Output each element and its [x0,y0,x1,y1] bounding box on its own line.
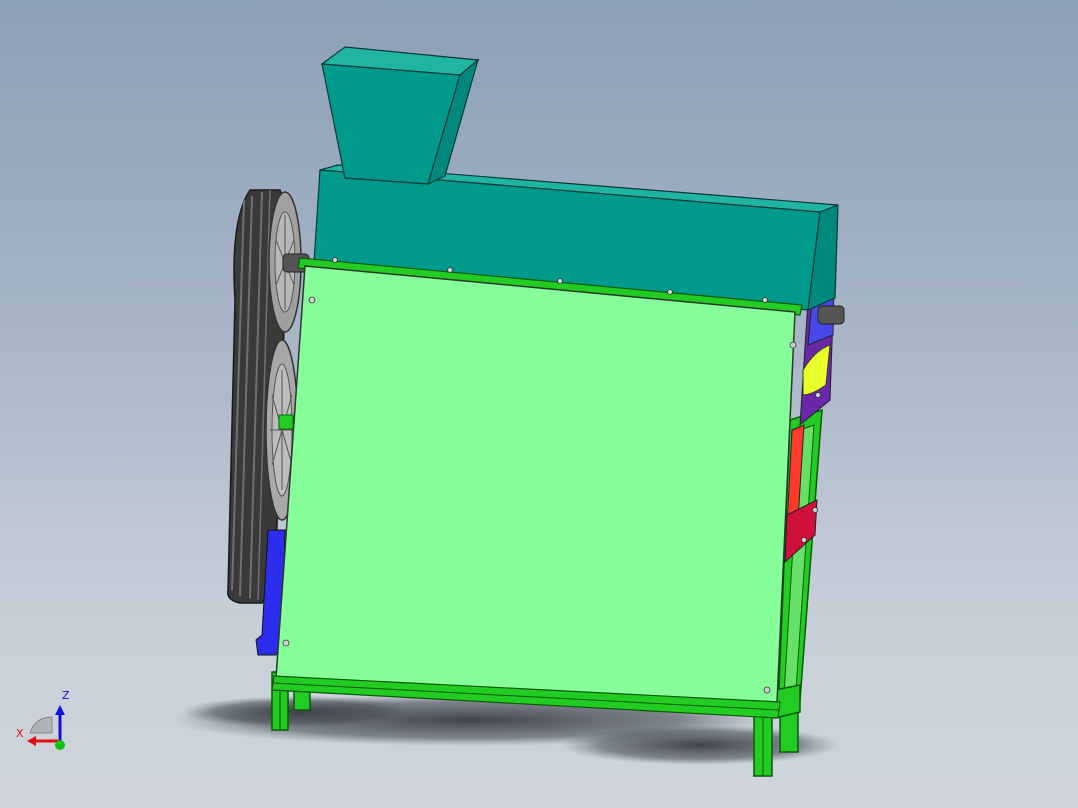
z-arrow-icon [55,705,65,715]
axis-triad: Z X [16,689,70,750]
front-panel[interactable] [275,265,796,703]
x-arrow-icon [27,736,36,746]
hopper[interactable] [320,46,480,186]
triad-arc [29,716,53,734]
x-label: X [16,727,24,740]
right-shaft [817,305,845,325]
y-axis-dot [55,740,65,750]
machine-model[interactable] [0,0,1078,808]
side-knob[interactable] [278,414,294,430]
z-label: Z [62,689,70,702]
3d-viewport[interactable]: Z X [0,0,1078,808]
